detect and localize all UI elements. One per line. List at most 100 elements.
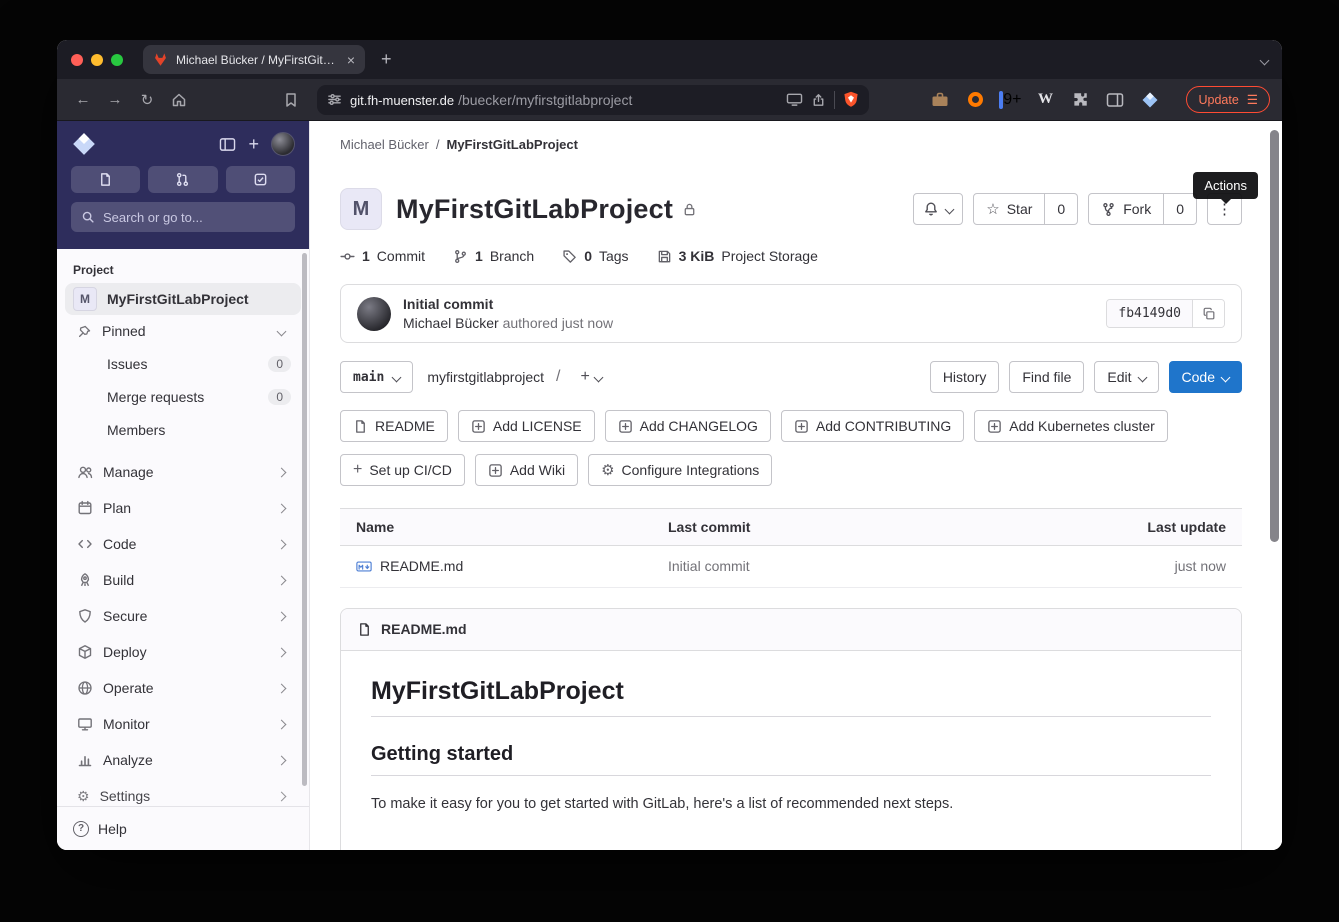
commit-author[interactable]: Michael Bücker xyxy=(403,315,499,331)
sidebar-item-settings[interactable]: ⚙ Settings xyxy=(65,778,301,806)
find-file-button[interactable]: Find file xyxy=(1009,361,1085,393)
sidebar-item-current-project[interactable]: M MyFirstGitLabProject xyxy=(65,283,301,315)
copy-sha-button[interactable] xyxy=(1192,300,1224,327)
breadcrumb-current[interactable]: MyFirstGitLabProject xyxy=(447,137,578,152)
add-contributing-button[interactable]: Add CONTRIBUTING xyxy=(780,410,965,442)
orange-ring-extension-icon[interactable] xyxy=(964,89,986,111)
sidebar-toggle-icon[interactable] xyxy=(1104,89,1126,111)
site-settings-icon[interactable] xyxy=(327,92,342,107)
instance-logo-icon[interactable] xyxy=(71,131,97,157)
back-icon[interactable]: ← xyxy=(69,86,97,114)
history-button[interactable]: History xyxy=(929,361,1000,393)
tab-list-chevron-icon[interactable] xyxy=(1259,51,1270,69)
sidebar-item-secure[interactable]: Secure xyxy=(65,598,301,634)
sidebar-item-operate[interactable]: Operate xyxy=(65,670,301,706)
url-path: /buecker/myfirstgitlabproject xyxy=(458,91,633,108)
share-icon[interactable] xyxy=(811,92,826,108)
sidebar-item-deploy[interactable]: Deploy xyxy=(65,634,301,670)
sidebar-help-button[interactable]: Help xyxy=(57,806,309,850)
sidebar-item-pinned[interactable]: Pinned xyxy=(65,315,301,347)
branches-stat[interactable]: 1 Branch xyxy=(453,248,534,264)
tags-stat[interactable]: 0 Tags xyxy=(562,248,629,264)
doc-icon xyxy=(360,622,369,636)
chevron-right-icon xyxy=(276,647,287,657)
new-tab-button[interactable]: + xyxy=(381,49,392,70)
file-table-header: Name Last commit Last update xyxy=(340,508,1242,546)
sidebar-item-members[interactable]: Members xyxy=(65,413,301,446)
fork-button[interactable]: Fork xyxy=(1088,193,1165,225)
commit-author-avatar[interactable] xyxy=(357,296,391,331)
repo-path[interactable]: myfirstgitlabproject xyxy=(427,369,544,385)
shortcut-merge-requests-button[interactable] xyxy=(148,166,218,193)
manage-label: Manage xyxy=(103,464,154,480)
media-device-icon[interactable] xyxy=(786,92,803,107)
user-avatar[interactable] xyxy=(271,132,295,156)
sidebar-item-monitor[interactable]: Monitor xyxy=(65,706,301,742)
sidebar-item-issues[interactable]: Issues 0 xyxy=(65,347,301,380)
url-bar[interactable]: git.fh-muenster.de/buecker/myfirstgitlab… xyxy=(317,84,869,115)
search-input[interactable]: Search or go to... xyxy=(71,202,295,232)
zoom-window-button[interactable] xyxy=(111,53,123,66)
main-scrollbar[interactable] xyxy=(1270,130,1279,542)
add-kubernetes-cluster-button[interactable]: Add Kubernetes cluster xyxy=(974,410,1168,442)
reload-icon[interactable]: ↻ xyxy=(133,86,161,114)
readme-card-header[interactable]: README.md xyxy=(341,608,1241,651)
column-header-last-commit[interactable]: Last commit xyxy=(652,508,947,546)
sidebar-scrollbar[interactable] xyxy=(302,253,307,786)
column-header-name[interactable]: Name xyxy=(340,508,652,546)
commits-stat[interactable]: 1 Commit xyxy=(340,248,425,264)
stat-label: Tags xyxy=(598,248,629,264)
shortcut-todo-button[interactable] xyxy=(225,166,295,193)
setup-cicd-button[interactable]: + Set up CI/CD xyxy=(340,454,465,486)
breadcrumb-parent[interactable]: Michael Bücker xyxy=(340,137,429,152)
star-count[interactable]: 0 xyxy=(1045,193,1079,225)
w-extension-icon[interactable]: W xyxy=(1034,89,1056,111)
fork-count[interactable]: 0 xyxy=(1164,193,1197,225)
sidebar-item-build[interactable]: Build xyxy=(65,562,301,598)
desktop-background: Michael Bücker / MyFirstGitLabProject × … xyxy=(0,0,1339,922)
branch-selector[interactable]: main xyxy=(340,361,414,393)
sidebar-item-analyze[interactable]: Analyze xyxy=(65,742,301,778)
browser-update-button[interactable]: Update ☰ xyxy=(1186,86,1270,113)
add-changelog-button[interactable]: Add CHANGELOG xyxy=(604,410,771,442)
shortcut-issues-button[interactable] xyxy=(71,166,141,193)
tab-close-icon[interactable]: × xyxy=(347,52,355,68)
star-button[interactable]: ☆ Star xyxy=(973,193,1046,225)
readme-button[interactable]: README xyxy=(340,410,448,442)
code-dropdown-button[interactable]: Code xyxy=(1168,361,1242,393)
briefcase-extension-icon[interactable] xyxy=(929,89,951,111)
column-header-last-update[interactable]: Last update xyxy=(946,508,1242,546)
create-new-icon[interactable]: + xyxy=(248,134,259,155)
sidebar-item-merge-requests[interactable]: Merge requests 0 xyxy=(65,380,301,413)
collapse-sidebar-icon[interactable] xyxy=(219,137,236,152)
notifications-button[interactable] xyxy=(913,193,964,225)
add-file-dropdown[interactable]: + xyxy=(572,362,610,392)
sidebar-item-code[interactable]: Code xyxy=(65,526,301,562)
configure-integrations-button[interactable]: ⚙ Configure Integrations xyxy=(588,454,773,486)
menu-hamburger-icon: ☰ xyxy=(1246,93,1258,107)
add-license-button[interactable]: Add LICENSE xyxy=(457,410,595,442)
members-label: Members xyxy=(107,421,166,438)
row-last-commit[interactable]: Initial commit xyxy=(668,558,750,574)
browser-tab[interactable]: Michael Bücker / MyFirstGitLabProject × xyxy=(143,45,365,74)
home-icon[interactable] xyxy=(165,86,193,114)
add-wiki-button[interactable]: Add Wiki xyxy=(474,454,579,486)
url-text[interactable]: git.fh-muenster.de/buecker/myfirstgitlab… xyxy=(350,92,778,108)
commit-title[interactable]: Initial commit xyxy=(403,296,613,312)
site-logo-extension-icon[interactable] xyxy=(1139,89,1161,111)
minimize-window-button[interactable] xyxy=(91,53,103,66)
monitor-label: Monitor xyxy=(103,716,150,732)
close-window-button[interactable] xyxy=(71,53,83,66)
blue-extension-icon[interactable]: 9+ xyxy=(999,89,1021,111)
table-row[interactable]: README.md Initial commit just now xyxy=(340,545,1242,588)
markdown-icon xyxy=(356,560,372,572)
forward-icon[interactable]: → xyxy=(101,86,129,114)
edit-dropdown-button[interactable]: Edit xyxy=(1094,361,1159,393)
file-link[interactable]: README.md xyxy=(356,558,463,574)
brave-shield-icon[interactable] xyxy=(843,91,859,108)
sidebar-item-manage[interactable]: Manage xyxy=(65,454,301,490)
sidebar-item-plan[interactable]: Plan xyxy=(65,490,301,526)
bookmark-icon[interactable] xyxy=(277,86,305,114)
puzzle-extensions-icon[interactable] xyxy=(1069,89,1091,111)
storage-stat[interactable]: 3 KiB Project Storage xyxy=(657,248,818,264)
